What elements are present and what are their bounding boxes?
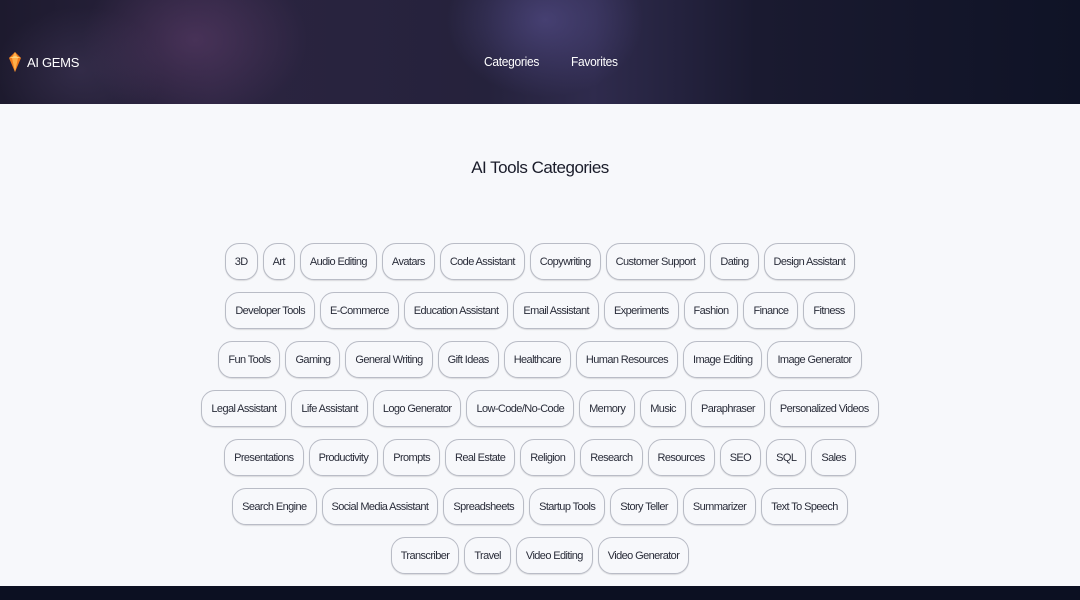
category-tag[interactable]: Email Assistant — [513, 292, 599, 329]
category-tag[interactable]: Fun Tools — [218, 341, 281, 378]
category-tag[interactable]: Productivity — [308, 439, 379, 476]
category-tag[interactable]: Art — [262, 243, 295, 280]
category-tag[interactable]: Gaming — [285, 341, 341, 378]
category-tag[interactable]: Healthcare — [503, 341, 571, 378]
category-tag[interactable]: Video Editing — [515, 537, 593, 574]
category-tag[interactable]: SQL — [766, 439, 807, 476]
category-tag[interactable]: SEO — [719, 439, 762, 476]
category-tag[interactable]: Music — [640, 390, 686, 427]
category-tag[interactable]: Customer Support — [605, 243, 706, 280]
category-tag[interactable]: Travel — [464, 537, 511, 574]
category-tag[interactable]: Religion — [520, 439, 576, 476]
category-tag[interactable]: Finance — [743, 292, 799, 329]
category-tag[interactable]: Prompts — [383, 439, 440, 476]
category-tag[interactable]: Code Assistant — [439, 243, 525, 280]
category-tag[interactable]: Design Assistant — [763, 243, 856, 280]
nav-favorites[interactable]: Favorites — [571, 54, 618, 69]
category-tag[interactable]: Audio Editing — [299, 243, 377, 280]
category-tag[interactable]: Summarizer — [682, 488, 757, 525]
category-tag[interactable]: Sales — [811, 439, 856, 476]
category-tag[interactable]: Logo Generator — [372, 390, 462, 427]
category-tag[interactable]: Legal Assistant — [201, 390, 287, 427]
brand-name: AI GEMS — [27, 54, 80, 70]
category-tag[interactable]: Resources — [647, 439, 715, 476]
category-tag[interactable]: Avatars — [381, 243, 435, 280]
category-tag[interactable]: Research — [580, 439, 643, 476]
category-tag[interactable]: Story Teller — [610, 488, 678, 525]
category-tag[interactable]: Low-Code/No-Code — [466, 390, 575, 427]
brand[interactable]: AI GEMS — [9, 52, 79, 72]
category-tag[interactable]: Spreadsheets — [443, 488, 525, 525]
category-tag[interactable]: Copywriting — [529, 243, 601, 280]
category-tag[interactable]: Life Assistant — [291, 390, 368, 427]
page-title: AI Tools Categories — [471, 158, 609, 177]
category-tag[interactable]: Paraphraser — [690, 390, 765, 427]
category-tag[interactable]: Image Generator — [767, 341, 862, 378]
main-nav: Categories Favorites — [484, 54, 622, 69]
category-tag[interactable]: Education Assistant — [403, 292, 509, 329]
category-tag[interactable]: Startup Tools — [529, 488, 606, 525]
category-tag[interactable]: Gift Ideas — [437, 341, 499, 378]
category-tag[interactable]: 3D — [224, 243, 258, 280]
category-tag[interactable]: Text To Speech — [761, 488, 848, 525]
category-tag[interactable]: Human Resources — [575, 341, 678, 378]
category-tag[interactable]: Search Engine — [232, 488, 317, 525]
category-tag[interactable]: Developer Tools — [225, 292, 315, 329]
category-tag[interactable]: Image Editing — [683, 341, 763, 378]
category-tag[interactable]: Fashion — [683, 292, 739, 329]
top-header: AI GEMS Categories Favorites — [0, 0, 1080, 104]
category-tag[interactable]: Personalized Videos — [769, 390, 879, 427]
category-tag[interactable]: Experiments — [604, 292, 679, 329]
category-tag[interactable]: Transcriber — [390, 537, 460, 574]
gem-icon — [9, 52, 21, 72]
category-tag[interactable]: General Writing — [345, 341, 433, 378]
category-tag[interactable]: Social Media Assistant — [321, 488, 439, 525]
footer — [0, 586, 1080, 600]
category-tag[interactable]: Fitness — [803, 292, 855, 329]
category-tag[interactable]: Memory — [579, 390, 636, 427]
category-tag[interactable]: E-Commerce — [320, 292, 399, 329]
nav-categories[interactable]: Categories — [484, 54, 539, 69]
category-tag[interactable]: Real Estate — [445, 439, 516, 476]
category-tags: 3D Art Audio Editing Avatars Code Assistant C… — [200, 243, 880, 574]
category-tag[interactable]: Video Generator — [597, 537, 690, 574]
category-tag[interactable]: Dating — [710, 243, 759, 280]
category-tag[interactable]: Presentations — [224, 439, 304, 476]
